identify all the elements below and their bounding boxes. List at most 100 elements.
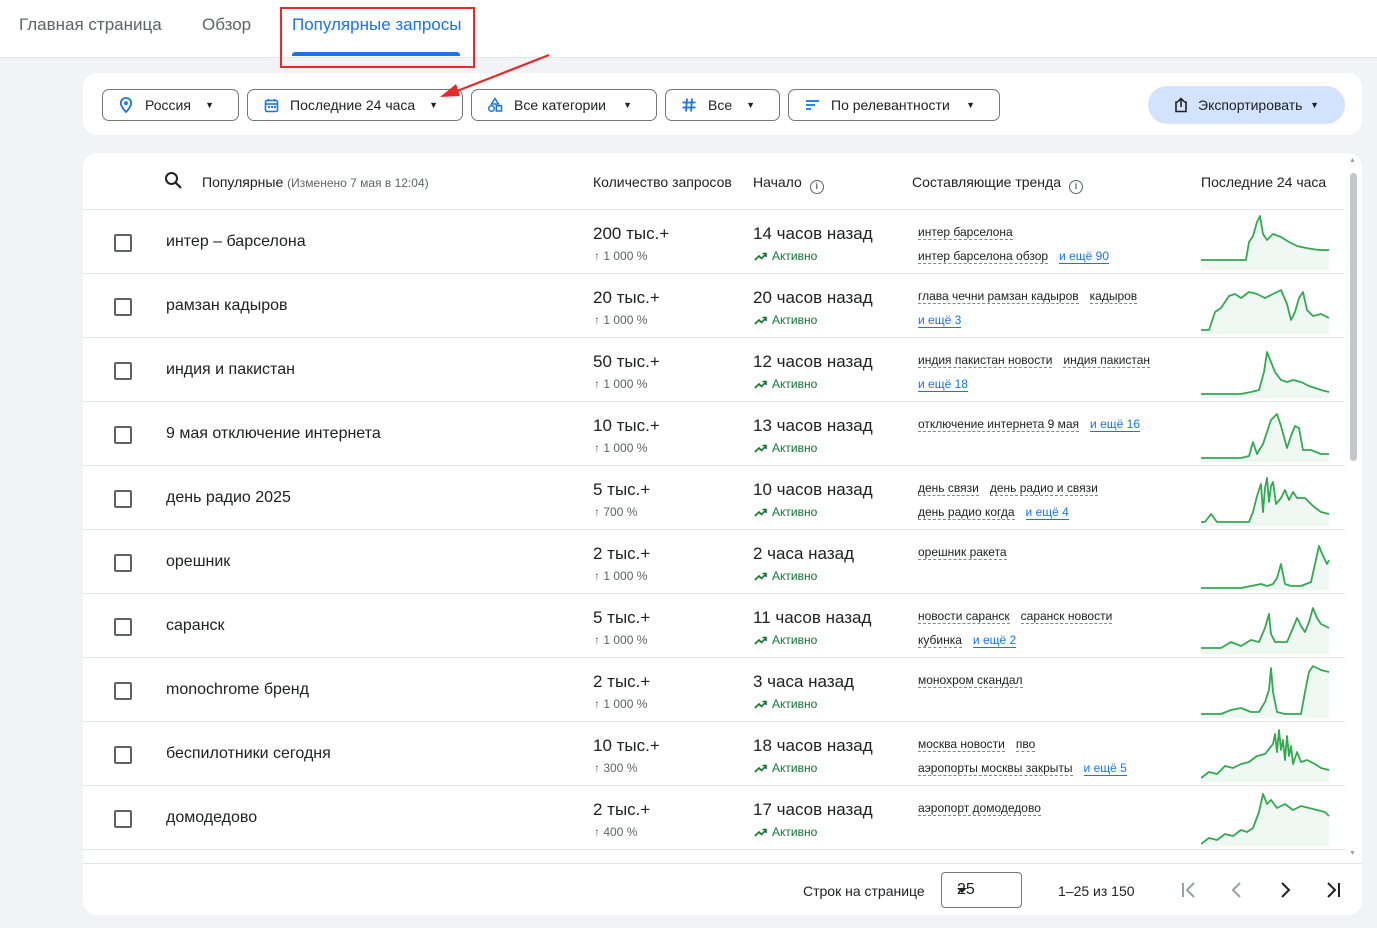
table-row[interactable]: monochrome бренд 2 тыс.+ ↑ 1 000 % 3 час… xyxy=(83,658,1345,722)
breakdown-term[interactable]: новости саранск xyxy=(918,609,1010,624)
trend-term[interactable]: интер – барселона xyxy=(166,233,306,251)
header-volume[interactable]: Количество запросов xyxy=(593,174,738,190)
sort-filter[interactable]: По релевантности ▼ xyxy=(788,89,1000,121)
sparkline-chart[interactable] xyxy=(1201,342,1331,398)
tab-explore[interactable]: Обзор xyxy=(202,15,251,35)
sparkline-chart[interactable] xyxy=(1201,726,1331,782)
breakdown-term[interactable]: москва новости xyxy=(918,737,1005,752)
breakdown-more-link[interactable]: и ещё 5 xyxy=(1083,761,1127,776)
breakdown-term[interactable]: день связи xyxy=(918,481,979,496)
row-checkbox[interactable] xyxy=(114,426,132,444)
table-row[interactable]: интер – барселона 200 тыс.+ ↑ 1 000 % 14… xyxy=(83,210,1345,274)
breakdown-term[interactable]: день радио когда xyxy=(918,505,1015,520)
sparkline-chart[interactable] xyxy=(1201,534,1331,590)
breakdown-term[interactable]: интер барселона обзор xyxy=(918,249,1049,264)
trend-term[interactable]: саранск xyxy=(166,617,225,635)
caret-down-icon: ▼ xyxy=(623,100,632,110)
row-checkbox[interactable] xyxy=(114,490,132,508)
trend-term[interactable]: орешник xyxy=(166,553,230,571)
header-trends[interactable]: Популярные (Изменено 7 мая в 12:04) xyxy=(202,174,429,190)
breakdown-term[interactable]: кадыров xyxy=(1089,289,1138,304)
first-page-icon[interactable] xyxy=(1177,878,1201,902)
breakdown-more-link[interactable]: и ещё 2 xyxy=(972,633,1017,648)
sparkline-chart[interactable] xyxy=(1201,214,1331,270)
volume-growth: ↑ 1 000 % xyxy=(594,249,647,263)
table-row[interactable]: домодедово 2 тыс.+ ↑ 400 % 17 часов наза… xyxy=(83,786,1345,850)
breakdown-term[interactable]: отключение интернета 9 мая xyxy=(918,417,1080,432)
breakdown-term[interactable]: кубинка xyxy=(918,633,962,648)
breakdown-more-link[interactable]: и ещё 3 xyxy=(918,313,962,328)
status-label: Активно xyxy=(772,249,818,263)
table-row[interactable]: индия и пакистан 50 тыс.+ ↑ 1 000 % 12 ч… xyxy=(83,338,1345,402)
scroll-up-arrow-icon[interactable]: ▲ xyxy=(1349,157,1356,164)
table-row[interactable]: саранск 5 тыс.+ ↑ 1 000 % 11 часов назад… xyxy=(83,594,1345,658)
arrow-up-icon: ↑ xyxy=(594,825,600,839)
breakdown-term[interactable]: пво xyxy=(1015,737,1036,752)
trend-term[interactable]: домодедово xyxy=(166,809,257,827)
info-icon[interactable]: i xyxy=(1069,180,1083,194)
breakdown-term[interactable]: монохром скандал xyxy=(918,673,1023,688)
last-page-icon[interactable] xyxy=(1321,878,1345,902)
row-checkbox[interactable] xyxy=(114,554,132,572)
breakdown-term[interactable]: саранск новости xyxy=(1020,609,1113,624)
type-filter[interactable]: Все ▼ xyxy=(665,89,780,121)
trend-term[interactable]: индия и пакистан xyxy=(166,361,295,379)
row-checkbox[interactable] xyxy=(114,810,132,828)
trend-breakdown: монохром скандал xyxy=(918,668,1163,692)
table-row[interactable]: 9 мая отключение интернета 10 тыс.+ ↑ 1 … xyxy=(83,402,1345,466)
row-checkbox[interactable] xyxy=(114,746,132,764)
row-checkbox[interactable] xyxy=(114,682,132,700)
row-checkbox[interactable] xyxy=(114,298,132,316)
breakdown-term[interactable]: аэропорт домодедово xyxy=(918,801,1041,816)
breakdown-term[interactable]: аэропорты москвы закрыты xyxy=(918,761,1073,776)
sparkline-chart[interactable] xyxy=(1201,470,1331,526)
status-label: Активно xyxy=(772,569,818,583)
breakdown-term[interactable]: орешник ракета xyxy=(918,545,1007,560)
breakdown-term[interactable]: индия пакистан новости xyxy=(918,353,1053,368)
breakdown-term[interactable]: день радио и связи xyxy=(989,481,1098,496)
header-started[interactable]: Начало i xyxy=(753,174,824,194)
search-icon[interactable] xyxy=(164,171,183,193)
scrollbar-thumb[interactable] xyxy=(1350,173,1357,461)
breakdown-more-link[interactable]: и ещё 90 xyxy=(1059,249,1109,264)
breakdown-term[interactable]: глава чечни рамзан кадыров xyxy=(918,289,1079,304)
info-icon[interactable]: i xyxy=(809,180,824,194)
sparkline-area xyxy=(1201,608,1329,654)
region-filter[interactable]: Россия ▼ xyxy=(102,89,239,121)
sparkline-chart[interactable] xyxy=(1201,406,1331,462)
breakdown-term[interactable]: индия пакистан xyxy=(1063,353,1151,368)
table-body: интер – барселона 200 тыс.+ ↑ 1 000 % 14… xyxy=(83,210,1345,850)
volume-growth-value: 1 000 % xyxy=(603,249,648,263)
table-row[interactable]: день радио 2025 5 тыс.+ ↑ 700 % 10 часов… xyxy=(83,466,1345,530)
sparkline-chart[interactable] xyxy=(1201,598,1331,654)
row-checkbox[interactable] xyxy=(114,234,132,252)
breakdown-term[interactable]: интер барселона xyxy=(918,225,1013,240)
share-export-icon xyxy=(1174,97,1188,113)
trend-term[interactable]: monochrome бренд xyxy=(166,681,309,699)
prev-page-icon[interactable] xyxy=(1225,878,1249,902)
volume-growth: ↑ 1 000 % xyxy=(594,313,647,327)
rows-per-page-select[interactable]: 25 xyxy=(941,872,1022,908)
sparkline-chart[interactable] xyxy=(1201,662,1331,718)
trend-term[interactable]: беспилотники сегодня xyxy=(166,745,331,763)
volume-growth: ↑ 700 % xyxy=(594,505,637,519)
row-checkbox[interactable] xyxy=(114,618,132,636)
row-checkbox[interactable] xyxy=(114,362,132,380)
scroll-down-arrow-icon[interactable]: ▼ xyxy=(1349,850,1356,857)
trend-term[interactable]: рамзан кадыров xyxy=(166,297,288,315)
breakdown-more-link[interactable]: и ещё 4 xyxy=(1025,505,1069,520)
breakdown-more-link[interactable]: и ещё 16 xyxy=(1090,417,1140,432)
sparkline-chart[interactable] xyxy=(1201,790,1331,846)
next-page-icon[interactable] xyxy=(1273,878,1297,902)
status-badge: Активно xyxy=(754,633,817,647)
table-row[interactable]: беспилотники сегодня 10 тыс.+ ↑ 300 % 18… xyxy=(83,722,1345,786)
tab-home[interactable]: Главная страница xyxy=(19,15,162,35)
trend-term[interactable]: день радио 2025 xyxy=(166,489,291,507)
trend-term[interactable]: 9 мая отключение интернета xyxy=(166,425,381,443)
export-button[interactable]: Экспортировать ▼ xyxy=(1148,86,1345,124)
table-row[interactable]: рамзан кадыров 20 тыс.+ ↑ 1 000 % 20 час… xyxy=(83,274,1345,338)
sparkline-chart[interactable] xyxy=(1201,278,1331,334)
breakdown-more-link[interactable]: и ещё 18 xyxy=(918,377,968,392)
table-row[interactable]: орешник 2 тыс.+ ↑ 1 000 % 2 часа назад А… xyxy=(83,530,1345,594)
started-time: 13 часов назад xyxy=(753,416,873,435)
